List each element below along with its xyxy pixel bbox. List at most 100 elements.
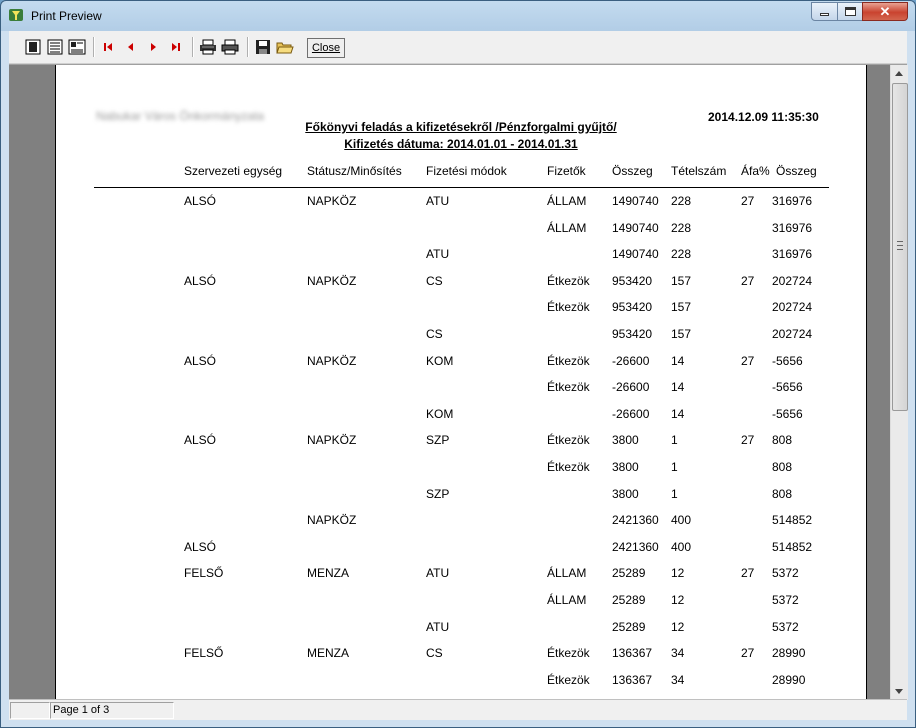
arrow-down-icon: [895, 689, 903, 694]
cell-status: MENZA: [307, 646, 349, 660]
cell-amount: -26600: [612, 380, 650, 394]
close-icon: ✕: [879, 4, 891, 19]
cell-payer: ÁLLAM: [547, 194, 587, 208]
scroll-thumb[interactable]: [892, 83, 908, 411]
cell-vat-amount: 28990: [772, 673, 806, 687]
cell-item-count: 1: [671, 460, 678, 474]
header-rule: [94, 187, 829, 188]
cell-amount: 953420: [612, 327, 653, 341]
col-header-amount: Összeg: [612, 164, 653, 178]
cell-unit: ALSÓ: [184, 354, 217, 368]
cell-amount: 3800: [612, 433, 639, 447]
open-icon[interactable]: [276, 39, 294, 55]
toolbar-separator: [247, 37, 249, 57]
multi-page-icon[interactable]: [68, 39, 86, 55]
cell-item-count: 228: [671, 221, 692, 235]
arrow-up-icon: [895, 71, 903, 76]
cell-item-count: 157: [671, 300, 692, 314]
cell-payer: Étkezök: [547, 433, 590, 447]
cell-amount: 953420: [612, 300, 653, 314]
report-title: Főkönyvi feladás a kifizetésekről /Pénzf…: [305, 120, 617, 134]
cell-unit: FELSŐ: [184, 646, 224, 660]
page-indicator: Page 1 of 3: [50, 702, 174, 719]
cell-vat-amount: 202724: [772, 327, 813, 341]
toolbar-separator: [93, 37, 95, 57]
cell-unit: ALSÓ: [184, 194, 217, 208]
cell-item-count: 400: [671, 540, 692, 554]
vertical-scrollbar[interactable]: [890, 65, 908, 700]
next-page-icon[interactable]: [144, 39, 162, 55]
cell-unit: FELSŐ: [184, 566, 224, 580]
cell-payment-method: ATU: [426, 620, 450, 634]
print-setup-icon[interactable]: [199, 39, 217, 55]
cell-unit: ALSÓ: [184, 433, 217, 447]
cell-vat-amount: -5656: [772, 407, 803, 421]
preview-area[interactable]: Nabukar Város Önkormányzata 2014.12.09 1…: [9, 64, 908, 706]
cell-vat: 27: [741, 274, 755, 288]
cell-item-count: 12: [671, 620, 685, 634]
cell-vat: 27: [741, 194, 755, 208]
cell-vat-amount: 28990: [772, 646, 806, 660]
last-page-icon[interactable]: [166, 39, 184, 55]
cell-vat-amount: 5372: [772, 566, 799, 580]
grip-icon: [897, 241, 903, 250]
cell-vat-amount: 202724: [772, 274, 813, 288]
print-preview-window: Print Preview ✕ Close Nabukar Város Önko…: [0, 0, 916, 728]
cell-payer: Étkezök: [547, 380, 590, 394]
maximize-icon: [845, 7, 856, 16]
save-icon[interactable]: [254, 39, 272, 55]
cell-vat-amount: 5372: [772, 620, 799, 634]
cell-vat-amount: 316976: [772, 247, 813, 261]
scroll-down-button[interactable]: [891, 683, 908, 700]
close-button[interactable]: Close: [307, 38, 345, 58]
cell-vat-amount: 514852: [772, 540, 813, 554]
cell-payer: Étkezök: [547, 354, 590, 368]
cell-status: NAPKÖZ: [307, 354, 357, 368]
cell-vat-amount: 808: [772, 433, 793, 447]
scroll-up-button[interactable]: [891, 65, 908, 82]
cell-status: NAPKÖZ: [307, 194, 357, 208]
cell-amount: 3800: [612, 460, 639, 474]
cell-item-count: 34: [671, 673, 685, 687]
cell-item-count: 12: [671, 593, 685, 607]
two-page-icon[interactable]: [46, 39, 64, 55]
cell-payer: ÁLLAM: [547, 566, 587, 580]
cell-amount: 1490740: [612, 194, 659, 208]
cell-amount: 136367: [612, 646, 653, 660]
prev-page-icon[interactable]: [122, 39, 140, 55]
first-page-icon[interactable]: [100, 39, 118, 55]
col-header-payer: Fizetők: [547, 164, 586, 178]
cell-payment-method: CS: [426, 274, 443, 288]
cell-payment-method: SZP: [426, 433, 450, 447]
cell-amount: 953420: [612, 274, 653, 288]
cell-payer: ÁLLAM: [547, 221, 587, 235]
cell-item-count: 157: [671, 274, 692, 288]
window-close-button[interactable]: ✕: [862, 2, 908, 21]
app-icon: [9, 9, 23, 21]
minimize-button[interactable]: [811, 2, 838, 21]
cell-vat-amount: 514852: [772, 513, 813, 527]
one-page-icon[interactable]: [24, 39, 42, 55]
window-title: Print Preview: [31, 9, 102, 23]
cell-item-count: 1: [671, 487, 678, 501]
cell-item-count: 14: [671, 407, 685, 421]
minimize-icon: [820, 13, 829, 16]
cell-amount: 1490740: [612, 221, 659, 235]
cell-status: NAPKÖZ: [307, 513, 357, 527]
toolbar-separator: [192, 37, 194, 57]
maximize-button[interactable]: [837, 2, 863, 21]
cell-amount: -26600: [612, 407, 650, 421]
report-subtitle: Kifizetés dátuma: 2014.01.01 - 2014.01.3…: [344, 137, 578, 151]
col-header-item-count: Tételszám: [671, 164, 727, 178]
title-bar[interactable]: Print Preview ✕: [1, 1, 915, 31]
cell-amount: 136367: [612, 673, 653, 687]
print-icon[interactable]: [221, 39, 239, 55]
cell-item-count: 14: [671, 380, 685, 394]
cell-payer: Étkezök: [547, 460, 590, 474]
cell-item-count: 14: [671, 354, 685, 368]
cell-payment-method: KOM: [426, 354, 454, 368]
cell-status: NAPKÖZ: [307, 274, 357, 288]
cell-amount: 3800: [612, 487, 639, 501]
cell-item-count: 228: [671, 194, 692, 208]
cell-payment-method: SZP: [426, 487, 450, 501]
